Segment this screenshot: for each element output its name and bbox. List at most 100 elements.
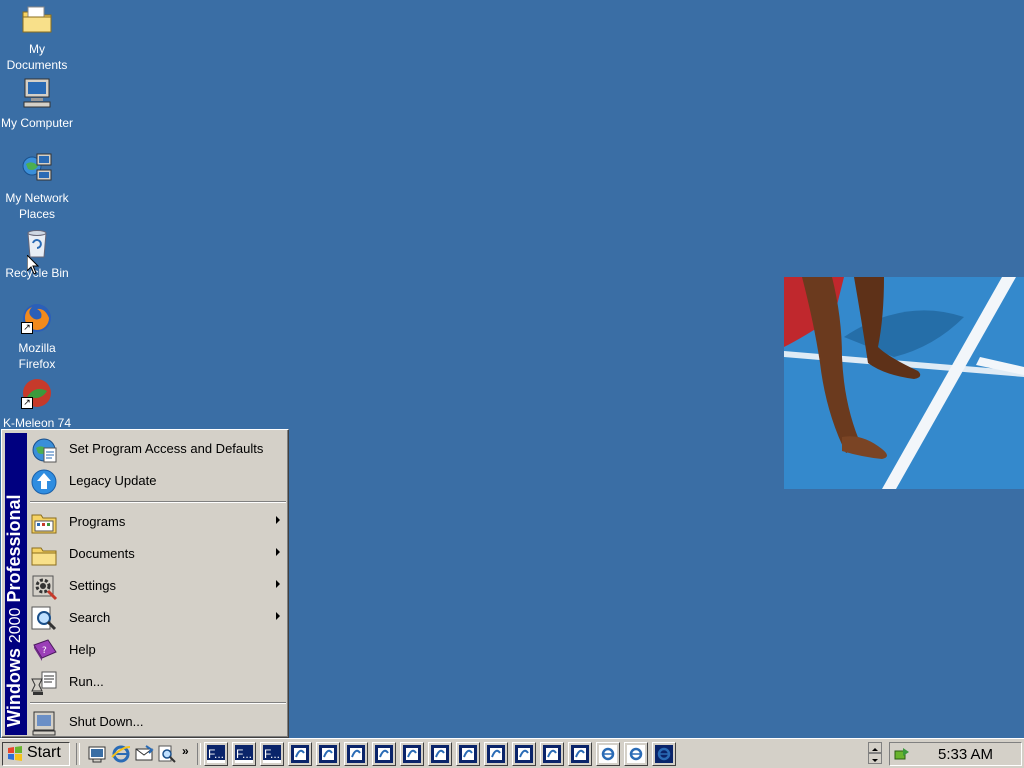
- task-area-grip[interactable]: [197, 743, 201, 765]
- menu-item-search[interactable]: Search: [28, 601, 286, 633]
- menu-item-programs[interactable]: Programs: [28, 505, 286, 537]
- task-button-folder[interactable]: F...: [204, 742, 228, 766]
- menu-item-help[interactable]: ? Help: [28, 633, 286, 665]
- task-button-window[interactable]: [316, 742, 340, 766]
- menu-item-label: Help: [69, 642, 96, 657]
- task-button-window[interactable]: [372, 742, 396, 766]
- task-button-window[interactable]: [456, 742, 480, 766]
- svg-text:?: ?: [42, 646, 47, 656]
- task-button-window[interactable]: [344, 742, 368, 766]
- document-window-icon: [431, 745, 449, 763]
- menu-separator: [30, 501, 286, 503]
- run-icon: [30, 669, 58, 697]
- menu-item-label: Programs: [69, 514, 126, 529]
- task-button-folder[interactable]: F...: [232, 742, 256, 766]
- task-button-window[interactable]: [652, 742, 676, 766]
- wallpaper-photo: [784, 277, 1024, 489]
- menu-item-label: Search: [69, 610, 111, 625]
- menu-separator: [30, 702, 286, 704]
- task-button-window[interactable]: [568, 742, 592, 766]
- internet-explorer-window-icon: [655, 745, 673, 763]
- desktop-icon-my-computer[interactable]: My Computer: [0, 77, 74, 131]
- internet-explorer-icon[interactable]: [111, 744, 131, 764]
- menu-item-label: Shut Down...: [69, 714, 144, 729]
- document-window-icon: [487, 745, 505, 763]
- menu-item-set-program-access[interactable]: Set Program Access and Defaults: [28, 432, 286, 464]
- task-button-label: F...: [207, 745, 225, 763]
- desktop-icon-label: My Computer: [0, 116, 74, 130]
- mouse-pointer-icon: [26, 253, 40, 275]
- documents-folder-icon: [30, 541, 58, 569]
- menu-item-label: Run...: [69, 674, 104, 689]
- quick-launch-grip[interactable]: [76, 743, 80, 765]
- document-window-icon: [347, 745, 365, 763]
- my-computer-icon: [21, 77, 53, 109]
- search-icon: [30, 605, 58, 633]
- search-files-icon[interactable]: [157, 744, 177, 764]
- submenu-arrow-icon: [276, 548, 280, 556]
- menu-item-label: Legacy Update: [69, 473, 157, 488]
- document-window-icon: [543, 745, 561, 763]
- network-places-icon: [21, 152, 53, 184]
- menu-item-documents[interactable]: Documents: [28, 537, 286, 569]
- task-button-label: F...: [263, 745, 281, 763]
- desktop-icon-k-meleon[interactable]: ↗ K-Meleon 74: [0, 377, 74, 431]
- submenu-arrow-icon: [276, 580, 280, 588]
- document-window-icon: [375, 745, 393, 763]
- help-icon: ?: [30, 637, 58, 665]
- start-button[interactable]: Start: [2, 742, 70, 766]
- taskbar-scroll-buttons[interactable]: [868, 742, 884, 766]
- desktop-icon-my-network-places[interactable]: My Network Places: [0, 152, 74, 222]
- start-menu: Windows 2000 Professional Set Program Ac…: [1, 429, 289, 738]
- task-button-window[interactable]: [428, 742, 452, 766]
- task-button-window[interactable]: [288, 742, 312, 766]
- task-button-window[interactable]: [540, 742, 564, 766]
- program-access-icon: [30, 436, 58, 464]
- desktop-icon-mozilla-firefox[interactable]: ↗ Mozilla Firefox: [0, 302, 74, 372]
- internet-explorer-window-icon: [599, 745, 617, 763]
- outlook-express-icon[interactable]: [134, 744, 154, 764]
- desktop-icon-label: My Network Places: [5, 191, 69, 221]
- task-button-window[interactable]: [400, 742, 424, 766]
- menu-item-run[interactable]: Run...: [28, 665, 286, 697]
- show-desktop-icon[interactable]: [87, 744, 107, 764]
- banner-edition: Professional: [5, 494, 24, 603]
- scroll-up-icon[interactable]: [868, 742, 882, 753]
- windows-logo-icon: [7, 746, 23, 762]
- menu-item-label: Settings: [69, 578, 116, 593]
- taskbar: Start » F... F... F... 5:33 AM: [0, 738, 1024, 768]
- desktop-icon-my-documents[interactable]: My Documents: [0, 3, 74, 73]
- menu-item-shut-down[interactable]: Shut Down...: [28, 705, 286, 737]
- task-button-window[interactable]: [596, 742, 620, 766]
- clock[interactable]: 5:33 AM: [938, 746, 993, 763]
- start-label: Start: [27, 744, 61, 761]
- scroll-down-icon[interactable]: [868, 753, 882, 764]
- document-window-icon: [571, 745, 589, 763]
- task-button-window[interactable]: [624, 742, 648, 766]
- task-button-folder[interactable]: F...: [260, 742, 284, 766]
- document-window-icon: [515, 745, 533, 763]
- desktop-icon-label: My Documents: [6, 42, 68, 72]
- task-button-label: F...: [235, 745, 253, 763]
- start-menu-banner: Windows 2000 Professional: [5, 433, 27, 735]
- legacy-update-icon: [30, 468, 58, 496]
- quick-launch-chevron[interactable]: »: [182, 744, 189, 758]
- k-meleon-icon: ↗: [21, 377, 53, 409]
- shortcut-arrow-icon: ↗: [21, 397, 33, 409]
- menu-item-legacy-update[interactable]: Legacy Update: [28, 464, 286, 496]
- submenu-arrow-icon: [276, 612, 280, 620]
- safely-remove-hardware-icon[interactable]: [893, 745, 911, 763]
- document-window-icon: [403, 745, 421, 763]
- task-button-window[interactable]: [512, 742, 536, 766]
- settings-icon: [30, 573, 58, 601]
- document-window-icon: [291, 745, 309, 763]
- submenu-arrow-icon: [276, 516, 280, 524]
- shut-down-icon: [30, 709, 58, 737]
- document-window-icon: [459, 745, 477, 763]
- my-documents-icon: [21, 3, 53, 35]
- menu-item-label: Set Program Access and Defaults: [69, 441, 264, 456]
- task-button-window[interactable]: [484, 742, 508, 766]
- system-tray: 5:33 AM: [889, 742, 1022, 766]
- banner-windows: Windows: [5, 648, 24, 727]
- menu-item-settings[interactable]: Settings: [28, 569, 286, 601]
